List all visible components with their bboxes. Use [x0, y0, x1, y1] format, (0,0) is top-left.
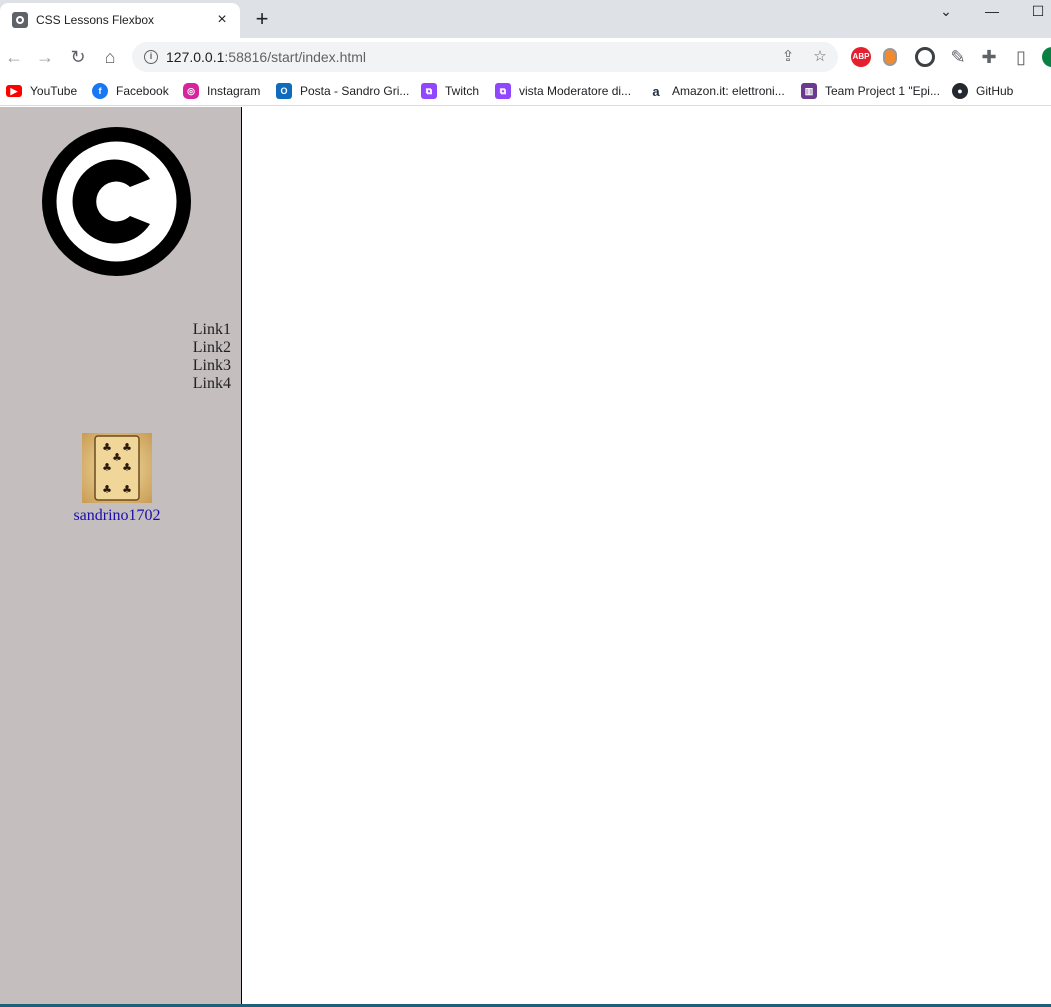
- copyright-logo: [42, 127, 191, 276]
- maximize-button[interactable]: ☐: [1018, 0, 1051, 22]
- record-icon[interactable]: [915, 47, 935, 67]
- bookmark-facebook[interactable]: f Facebook: [92, 80, 169, 102]
- page-content: Link1 Link2 Link3 Link4 ♣ ♣ ♣ ♣ ♣ ♣ ♣ sandr…: [0, 107, 1051, 1005]
- new-tab-button[interactable]: +: [251, 8, 273, 30]
- bookmarks-bar: ▶ YouTube f Facebook ◎ Instagram O Posta…: [0, 76, 1051, 106]
- nav-link-4[interactable]: Link4: [193, 375, 231, 393]
- youtube-icon: ▶: [6, 85, 22, 97]
- svg-text:♣: ♣: [112, 451, 122, 464]
- twitch-icon: ⧉: [421, 83, 437, 99]
- svg-text:♣: ♣: [102, 441, 112, 454]
- nav-link-3[interactable]: Link3: [193, 357, 231, 375]
- bookmark-amazon[interactable]: a Amazon.it: elettroni...: [648, 80, 785, 102]
- amazon-icon: a: [648, 83, 664, 99]
- bookmark-outlook[interactable]: O Posta - Sandro Gri...: [276, 80, 409, 102]
- nav-link-1[interactable]: Link1: [193, 321, 231, 339]
- bookmark-twitch-moderator[interactable]: ⧉ vista Moderatore di...: [495, 80, 631, 102]
- minimize-button[interactable]: —: [972, 0, 1012, 22]
- tab-search-dropdown-icon[interactable]: ⌄: [926, 0, 966, 22]
- svg-text:♣: ♣: [102, 483, 112, 496]
- bookmark-star-icon[interactable]: ☆: [811, 48, 829, 66]
- forward-arrow-icon[interactable]: →: [33, 45, 57, 69]
- share-icon[interactable]: ⇪: [779, 48, 797, 66]
- svg-text:♣: ♣: [102, 461, 112, 474]
- bookmark-trello[interactable]: ▥ Team Project 1 "Epi...: [801, 80, 940, 102]
- reload-icon[interactable]: ↻: [66, 45, 90, 69]
- trello-icon: ▥: [801, 83, 817, 99]
- sidebar-nav: Link1 Link2 Link3 Link4: [193, 321, 231, 393]
- back-arrow-icon[interactable]: ←: [2, 45, 26, 69]
- browser-tab[interactable]: CSS Lessons Flexbox ×: [0, 3, 240, 38]
- site-info-icon[interactable]: i: [144, 50, 158, 64]
- facebook-icon: f: [92, 83, 108, 99]
- outlook-icon: O: [276, 83, 292, 99]
- svg-text:♣: ♣: [122, 441, 132, 454]
- adblock-icon[interactable]: ABP: [851, 47, 871, 67]
- svg-text:♣: ♣: [122, 461, 132, 474]
- home-icon[interactable]: ⌂: [98, 45, 122, 69]
- tab-title: CSS Lessons Flexbox: [36, 13, 155, 27]
- close-icon[interactable]: ×: [214, 12, 230, 28]
- profile-avatar-icon[interactable]: [1042, 47, 1051, 67]
- nav-link-2[interactable]: Link2: [193, 339, 231, 357]
- bookmark-youtube[interactable]: ▶ YouTube: [6, 80, 77, 102]
- broadcast-icon: [12, 12, 28, 28]
- extension-orange-icon[interactable]: [883, 48, 897, 66]
- twitch-icon: ⧉: [495, 83, 511, 99]
- github-icon: ●: [952, 83, 968, 99]
- profile-name-link[interactable]: sandrino1702: [0, 507, 234, 525]
- sidebar: Link1 Link2 Link3 Link4 ♣ ♣ ♣ ♣ ♣ ♣ ♣ sandr…: [0, 107, 242, 1005]
- bookmark-github[interactable]: ● GitHub: [952, 80, 1013, 102]
- tab-strip: CSS Lessons Flexbox × + ⌄ — ☐: [0, 0, 1051, 38]
- bookmark-twitch[interactable]: ⧉ Twitch: [421, 80, 479, 102]
- avatar: ♣ ♣ ♣ ♣ ♣ ♣ ♣: [82, 433, 152, 503]
- extensions-puzzle-icon[interactable]: ✚: [977, 45, 1001, 69]
- instagram-icon: ◎: [183, 83, 199, 99]
- svg-text:♣: ♣: [122, 483, 132, 496]
- side-panel-icon[interactable]: ▯: [1009, 45, 1033, 69]
- eyedropper-icon[interactable]: ✎: [946, 45, 970, 69]
- bookmark-instagram[interactable]: ◎ Instagram: [183, 80, 260, 102]
- address-bar[interactable]: i 127.0.0.1:58816/start/index.html ⇪ ☆: [132, 42, 838, 72]
- url-text[interactable]: 127.0.0.1:58816/start/index.html: [166, 49, 366, 65]
- browser-toolbar: ← → ↻ ⌂ i 127.0.0.1:58816/start/index.ht…: [0, 38, 1051, 76]
